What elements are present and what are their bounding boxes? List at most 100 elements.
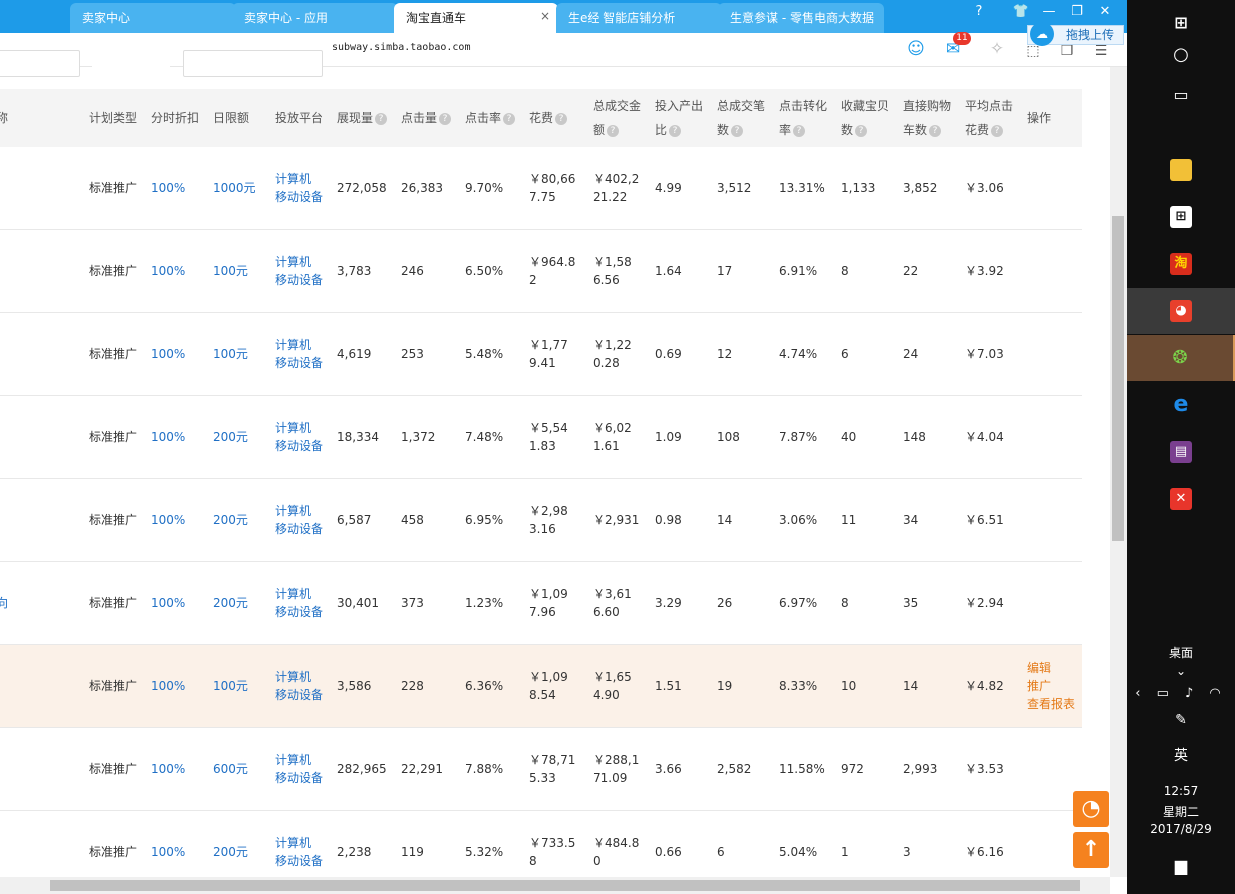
ime-indicator[interactable]: 英 (1127, 745, 1235, 765)
help-icon[interactable]: ? (503, 112, 516, 125)
help-icon[interactable]: ? (555, 112, 568, 125)
wechat-icon[interactable]: ❂ (1127, 335, 1235, 381)
tray-icons[interactable]: ‹ ▭ ♪ ◠ (1127, 686, 1235, 701)
filter-input[interactable] (183, 50, 323, 77)
close-icon[interactable]: ✕ (1092, 3, 1118, 23)
platform-pc-link[interactable]: 计算机 (275, 585, 323, 603)
store-icon[interactable]: ⊞ (1127, 194, 1235, 240)
file-explorer-icon[interactable] (1127, 147, 1235, 193)
xmind-icon[interactable]: ✕ (1127, 476, 1235, 522)
column-header[interactable]: 平均点击 花费? (965, 89, 1013, 147)
platform-link[interactable]: 计算机 移动设备 (275, 147, 323, 229)
column-header[interactable]: 直接购物 车数? (903, 89, 951, 147)
minimize-icon[interactable]: — (1036, 3, 1062, 23)
clock-weekday[interactable]: 星期二 (1127, 803, 1235, 820)
platform-pc-link[interactable]: 计算机 (275, 419, 323, 437)
notification-icon[interactable]: ▆ (1127, 856, 1235, 875)
time-discount-link[interactable]: 100% (151, 396, 185, 478)
tab-close-icon[interactable]: × (540, 9, 550, 23)
column-header[interactable]: 点击量? (401, 89, 452, 147)
daily-budget-link[interactable]: 200元 (213, 562, 248, 644)
daily-budget-link[interactable]: 100元 (213, 313, 248, 395)
time-discount-link[interactable]: 100% (151, 313, 185, 395)
vertical-scroll-thumb[interactable] (1112, 216, 1124, 541)
help-icon[interactable]: ? (966, 3, 992, 23)
pen-icon[interactable]: ✎ (1127, 712, 1235, 728)
platform-mobile-link[interactable]: 移动设备 (275, 686, 323, 704)
help-icon[interactable]: ? (669, 124, 682, 137)
url-text[interactable]: subway.simba.taobao.com (332, 42, 470, 53)
maximize-icon[interactable]: ❐ (1064, 3, 1090, 23)
daily-budget-link[interactable]: 200元 (213, 479, 248, 561)
time-discount-link[interactable]: 100% (151, 562, 185, 644)
tab-seller-center[interactable]: 卖家中心 (70, 3, 236, 33)
clock-time[interactable]: 12:57 (1127, 784, 1235, 798)
platform-mobile-link[interactable]: 移动设备 (275, 852, 323, 870)
help-icon[interactable]: ? (375, 112, 388, 125)
filter-select[interactable] (0, 50, 80, 77)
platform-mobile-link[interactable]: 移动设备 (275, 271, 323, 289)
time-discount-link[interactable]: 100% (151, 728, 185, 810)
platform-pc-link[interactable]: 计算机 (275, 834, 323, 852)
column-header[interactable]: 总成交金额? (593, 89, 641, 147)
time-discount-link[interactable]: 100% (151, 645, 185, 727)
platform-mobile-link[interactable]: 移动设备 (275, 603, 323, 621)
time-discount-link[interactable]: 100% (151, 230, 185, 312)
platform-link[interactable]: 计算机 移动设备 (275, 313, 323, 395)
filter-select[interactable] (92, 50, 170, 77)
platform-link[interactable]: 计算机 移动设备 (275, 728, 323, 810)
plan-name[interactable]: 向 (0, 562, 8, 644)
column-header[interactable]: 展现量? (337, 89, 388, 147)
platform-mobile-link[interactable]: 移动设备 (275, 437, 323, 455)
column-header[interactable]: 总成交笔数? (717, 89, 765, 147)
daily-budget-link[interactable]: 100元 (213, 645, 248, 727)
daily-budget-link[interactable]: 600元 (213, 728, 248, 810)
platform-pc-link[interactable]: 计算机 (275, 336, 323, 354)
column-header[interactable]: 投入产出比? (655, 89, 703, 147)
actions-cell[interactable]: 编辑 推广 查看报表 (1027, 645, 1075, 727)
edge-icon[interactable]: e (1127, 382, 1235, 428)
column-header[interactable]: 点击转化率? (779, 89, 827, 147)
platform-link[interactable]: 计算机 移动设备 (275, 479, 323, 561)
edit-link[interactable]: 编辑 (1027, 659, 1075, 677)
help-icon[interactable]: ? (929, 124, 942, 137)
clock-date[interactable]: 2017/8/29 (1127, 822, 1235, 836)
platform-mobile-link[interactable]: 移动设备 (275, 188, 323, 206)
promote-link[interactable]: 推广 (1027, 677, 1075, 695)
winrar-icon[interactable]: ▤ (1127, 429, 1235, 475)
view-report-link[interactable]: 查看报表 (1027, 695, 1075, 713)
help-icon[interactable]: ? (607, 124, 620, 137)
platform-link[interactable]: 计算机 移动设备 (275, 396, 323, 478)
platform-pc-link[interactable]: 计算机 (275, 170, 323, 188)
help-icon[interactable]: ? (793, 124, 806, 137)
platform-link[interactable]: 计算机 移动设备 (275, 562, 323, 644)
qianniu-icon[interactable]: ◕ (1127, 288, 1235, 334)
help-icon[interactable]: ? (439, 112, 452, 125)
help-icon[interactable]: ? (991, 124, 1004, 137)
help-icon[interactable]: ? (731, 124, 744, 137)
pin-icon[interactable]: ✧ (986, 38, 1008, 60)
daily-budget-link[interactable]: 100元 (213, 230, 248, 312)
help-icon[interactable]: ? (855, 124, 868, 137)
daily-budget-link[interactable]: 200元 (213, 396, 248, 478)
platform-pc-link[interactable]: 计算机 (275, 253, 323, 271)
platform-mobile-link[interactable]: 移动设备 (275, 769, 323, 787)
platform-link[interactable]: 计算机 移动设备 (275, 230, 323, 312)
platform-mobile-link[interactable]: 移动设备 (275, 354, 323, 372)
back-to-top-icon[interactable]: ↑ (1073, 832, 1109, 868)
task-view-icon[interactable]: ▭ (1127, 72, 1235, 118)
column-header[interactable]: 花费? (529, 89, 568, 147)
chat-icon[interactable]: ◔ (1073, 791, 1109, 827)
skin-icon[interactable]: 👕 (1008, 3, 1034, 23)
daily-budget-link[interactable]: 1000元 (213, 147, 256, 229)
desktop-label[interactable]: 桌面 (1127, 644, 1235, 661)
column-header[interactable]: 收藏宝贝数? (841, 89, 889, 147)
tab-shengejing[interactable]: 生e经 智能店铺分析 (556, 3, 722, 33)
platform-link[interactable]: 计算机 移动设备 (275, 645, 323, 727)
horizontal-scroll-thumb[interactable] (50, 880, 1080, 891)
chevron-down-icon[interactable]: ⌄ (1127, 664, 1235, 678)
platform-pc-link[interactable]: 计算机 (275, 668, 323, 686)
column-header[interactable]: 点击率? (465, 89, 516, 147)
smiley-icon[interactable]: ☺ (905, 38, 927, 60)
platform-mobile-link[interactable]: 移动设备 (275, 520, 323, 538)
